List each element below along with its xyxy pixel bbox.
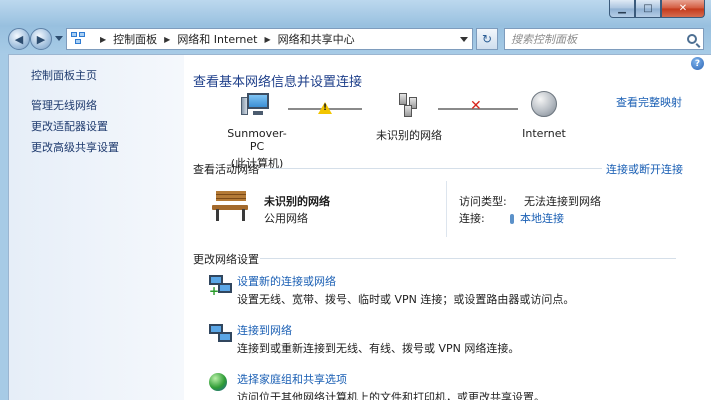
nav-advanced-sharing[interactable]: 更改高级共享设置: [31, 139, 119, 155]
nav-manage-wireless[interactable]: 管理无线网络: [31, 97, 97, 113]
window-frame: ▁ □ ✕ ◀ ▶ ▶ 控制面板 ▶ 网络和 Internet ▶ 网络和共享中…: [0, 0, 711, 400]
back-button[interactable]: ◀: [8, 28, 30, 50]
map-node-network[interactable]: 未识别的网络: [364, 91, 454, 143]
nav-control-panel-home[interactable]: 控制面板主页: [31, 67, 97, 83]
setup-connection-link[interactable]: 设置新的连接或网络: [237, 273, 336, 289]
refresh-button[interactable]: ↻: [476, 28, 498, 50]
address-bar[interactable]: ▶ 控制面板 ▶ 网络和 Internet ▶ 网络和共享中心: [66, 28, 473, 50]
window-controls: ▁ □ ✕: [609, 0, 705, 18]
breadcrumb-separator[interactable]: ▶: [100, 35, 106, 44]
breadcrumb-network-internet[interactable]: 网络和 Internet: [177, 31, 257, 47]
connect-network-desc: 连接到或重新连接到无线、有线、拨号或 VPN 网络连接。: [237, 342, 520, 355]
local-connection-link[interactable]: 本地连接: [510, 210, 564, 226]
connection-label: 连接:: [459, 212, 485, 225]
section-divider: [260, 258, 676, 259]
maximize-button[interactable]: □: [635, 0, 661, 18]
new-connection-icon: +: [209, 275, 233, 298]
warning-icon: [318, 102, 332, 114]
network-map: Sunmover-PC (此计算机) 未识别的网络 ✕ Internet: [184, 91, 711, 170]
computer-icon: [241, 91, 273, 119]
connect-network-link[interactable]: 连接到网络: [237, 322, 292, 338]
ethernet-plug-icon: [510, 214, 514, 224]
address-dropdown-icon[interactable]: [460, 37, 468, 42]
map-internet-label: Internet: [522, 127, 566, 140]
access-type-value: 无法连接到网络: [524, 195, 601, 208]
main-pane: ? 查看基本网络信息并设置连接 查看完整映射 Sunmover-PC (此计算机…: [184, 55, 711, 400]
control-panel-icon: [71, 32, 87, 46]
connection-value: 本地连接: [520, 212, 564, 225]
minimize-icon: ▁: [618, 3, 626, 14]
public-network-bench-icon: [210, 189, 250, 223]
setup-connection-desc: 设置无线、宽带、拨号、临时或 VPN 连接；或设置路由器或访问点。: [237, 293, 575, 306]
help-icon[interactable]: ?: [691, 57, 704, 70]
homegroup-desc: 访问位于其他网络计算机上的文件和打印机，或更改共享设置。: [237, 391, 545, 400]
content-area: 控制面板主页 管理无线网络 更改适配器设置 更改高级共享设置 ? 查看基本网络信…: [8, 54, 711, 400]
map-network-name: 未识别的网络: [376, 129, 442, 142]
task-homegroup: 选择家庭组和共享选项 访问位于其他网络计算机上的文件和打印机，或更改共享设置。: [193, 371, 703, 400]
close-button[interactable]: ✕: [661, 0, 705, 18]
left-navigation-pane: 控制面板主页 管理无线网络 更改适配器设置 更改高级共享设置: [9, 55, 184, 400]
page-title: 查看基本网络信息并设置连接: [193, 75, 363, 90]
breadcrumb-control-panel[interactable]: 控制面板: [113, 31, 157, 47]
connect-network-icon: [209, 324, 233, 346]
breadcrumb-separator[interactable]: ▶: [265, 35, 271, 44]
task-setup-connection: + 设置新的连接或网络 设置无线、宽带、拨号、临时或 VPN 连接；或设置路由器…: [193, 273, 703, 309]
section-divider: [260, 168, 602, 169]
breadcrumb-separator[interactable]: ▶: [164, 35, 170, 44]
task-connect-network: 连接到网络 连接到或重新连接到无线、有线、拨号或 VPN 网络连接。: [193, 322, 703, 358]
connect-disconnect-link[interactable]: 连接或断开连接: [606, 161, 683, 177]
navigation-bar: ◀ ▶ ▶ 控制面板 ▶ 网络和 Internet ▶ 网络和共享中心 ↻ 搜索…: [0, 22, 711, 54]
disconnected-x-icon: ✕: [470, 98, 482, 114]
network-icon: [393, 91, 425, 119]
close-icon: ✕: [678, 3, 688, 14]
arrow-right-icon: ▶: [36, 32, 46, 46]
homegroup-icon: [209, 373, 233, 395]
recent-pages-dropdown[interactable]: [55, 36, 63, 41]
access-type-label: 访问类型:: [459, 195, 507, 208]
globe-icon: [531, 91, 557, 117]
arrow-left-icon: ◀: [14, 32, 24, 46]
forward-button[interactable]: ▶: [30, 28, 52, 50]
breadcrumb-network-sharing-center[interactable]: 网络和共享中心: [278, 31, 355, 47]
search-input[interactable]: 搜索控制面板: [504, 28, 704, 50]
refresh-icon: ↻: [481, 32, 493, 46]
vertical-divider: [446, 181, 447, 237]
map-node-internet[interactable]: Internet: [514, 91, 574, 140]
computer-name: Sunmover-PC: [227, 127, 287, 153]
search-placeholder: 搜索控制面板: [511, 33, 577, 46]
maximize-icon: □: [643, 3, 653, 14]
active-networks-heading: 查看活动网络: [193, 163, 259, 176]
search-icon[interactable]: [687, 34, 697, 44]
minimize-button[interactable]: ▁: [609, 0, 635, 18]
homegroup-link[interactable]: 选择家庭组和共享选项: [237, 371, 347, 387]
active-network-name: 未识别的网络: [264, 195, 330, 208]
change-settings-heading: 更改网络设置: [193, 253, 259, 266]
map-node-computer[interactable]: Sunmover-PC (此计算机): [222, 91, 292, 171]
network-type-link[interactable]: 公用网络: [264, 210, 308, 226]
nav-adapter-settings[interactable]: 更改适配器设置: [31, 118, 108, 134]
